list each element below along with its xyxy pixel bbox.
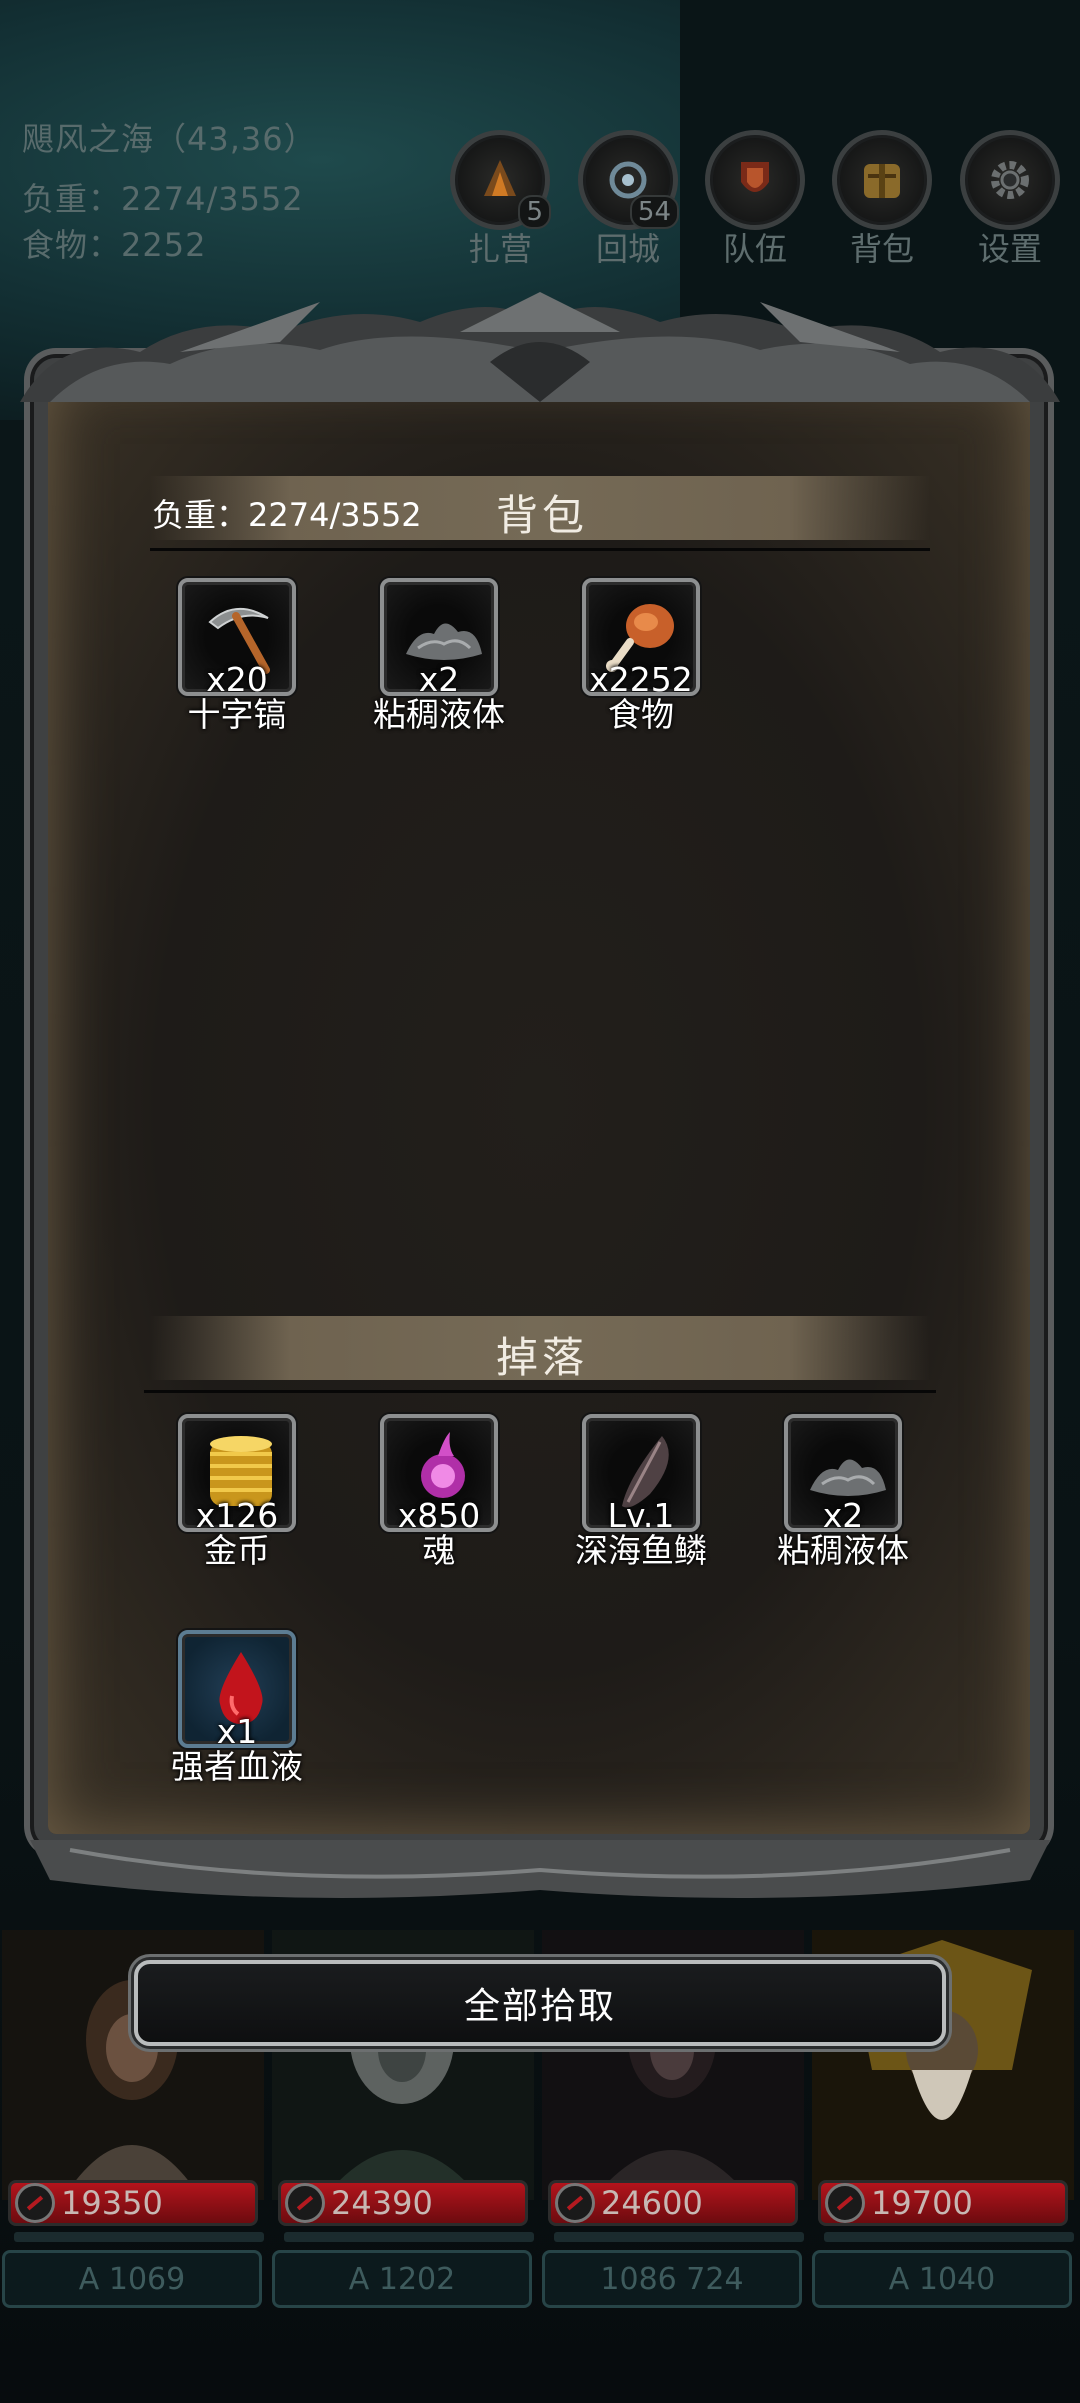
backpack-label: 背包 (849, 230, 914, 268)
item-quantity: x20 (206, 660, 268, 696)
item-quantity: x126 (195, 1496, 279, 1532)
team-button[interactable]: 队伍 (705, 130, 805, 270)
item-quantity: x1 (216, 1712, 258, 1748)
item-quantity: x2252 (589, 660, 693, 696)
backpack-item-pickaxe[interactable]: x20 十字镐 (172, 578, 302, 736)
camp-count: 5 (518, 195, 551, 229)
hero-hp-value: 24390 (331, 2184, 433, 2222)
hp-icon (825, 2183, 865, 2223)
pickup-all-button[interactable]: 全部拾取 (134, 1960, 946, 2046)
hero-hp-value: 24600 (601, 2184, 703, 2222)
return-city-button[interactable]: 54 回城 (578, 130, 679, 270)
camp-label: 扎营 (467, 230, 532, 268)
hp-icon (15, 2183, 55, 2223)
drops-header-line (144, 1390, 936, 1393)
hero-stat-box: A 1069 (2, 2250, 262, 2308)
item-quantity: x2 (418, 660, 460, 696)
hero-stat-box: 1086 724 (542, 2250, 802, 2308)
drop-item-fish-scale[interactable]: Lv.1 深海鱼鳞 (575, 1414, 707, 1572)
drops-title: 掉落 (496, 1333, 589, 1382)
location-label: 飓风之海（43,36） (22, 120, 317, 158)
backpack-title: 背包 (496, 491, 589, 540)
drop-item-soul[interactable]: x850 魂 (374, 1414, 504, 1572)
backpack-item-slime[interactable]: x2 粘稠液体 (373, 578, 505, 736)
hero-secondary-bar (554, 2232, 804, 2242)
drop-item-blood[interactable]: x1 强者血液 (171, 1630, 303, 1788)
hero-stat-box: A 1202 (272, 2250, 532, 2308)
hero-hp-bar: 24390 (278, 2180, 528, 2226)
hp-icon (285, 2183, 325, 2223)
return-city-icon: 54 (578, 130, 679, 230)
hud-load-label: 负重：2274/3552 (22, 180, 304, 218)
settings-button[interactable]: 设置 (960, 130, 1060, 270)
item-quantity: x850 (397, 1496, 481, 1532)
item-level: Lv.1 (607, 1496, 675, 1532)
backpack-header-line (150, 548, 930, 551)
drop-item-gold[interactable]: x126 金币 (172, 1414, 302, 1572)
hero-secondary-bar (284, 2232, 534, 2242)
hero-stat-box: A 1040 (812, 2250, 1072, 2308)
team-icon (705, 130, 805, 230)
drop-item-slime[interactable]: x2 粘稠液体 (777, 1414, 909, 1572)
backpack-item-food[interactable]: x2252 食物 (576, 578, 706, 736)
camp-button[interactable]: 5 扎营 (450, 130, 551, 270)
hp-icon (555, 2183, 595, 2223)
hero-hp-value: 19350 (61, 2184, 163, 2222)
camp-icon: 5 (450, 130, 551, 230)
team-label: 队伍 (722, 230, 787, 268)
hud-food-label: 食物：2252 (22, 226, 207, 264)
return-city-label: 回城 (595, 230, 660, 268)
hero-secondary-bar (824, 2232, 1074, 2242)
item-quantity: x2 (822, 1496, 864, 1532)
hero-hp-bar: 19700 (818, 2180, 1068, 2226)
backpack-button[interactable]: 背包 (832, 130, 932, 270)
hero-hp-value: 19700 (871, 2184, 973, 2222)
backpack-load-label: 负重：2274/3552 (152, 496, 422, 534)
hero-secondary-bar (14, 2232, 264, 2242)
gear-icon (960, 130, 1060, 230)
hero-hp-bar: 19350 (8, 2180, 258, 2226)
backpack-icon (832, 130, 932, 230)
hero-hp-bar: 24600 (548, 2180, 798, 2226)
settings-label: 设置 (977, 230, 1042, 268)
return-city-count: 54 (629, 195, 679, 229)
